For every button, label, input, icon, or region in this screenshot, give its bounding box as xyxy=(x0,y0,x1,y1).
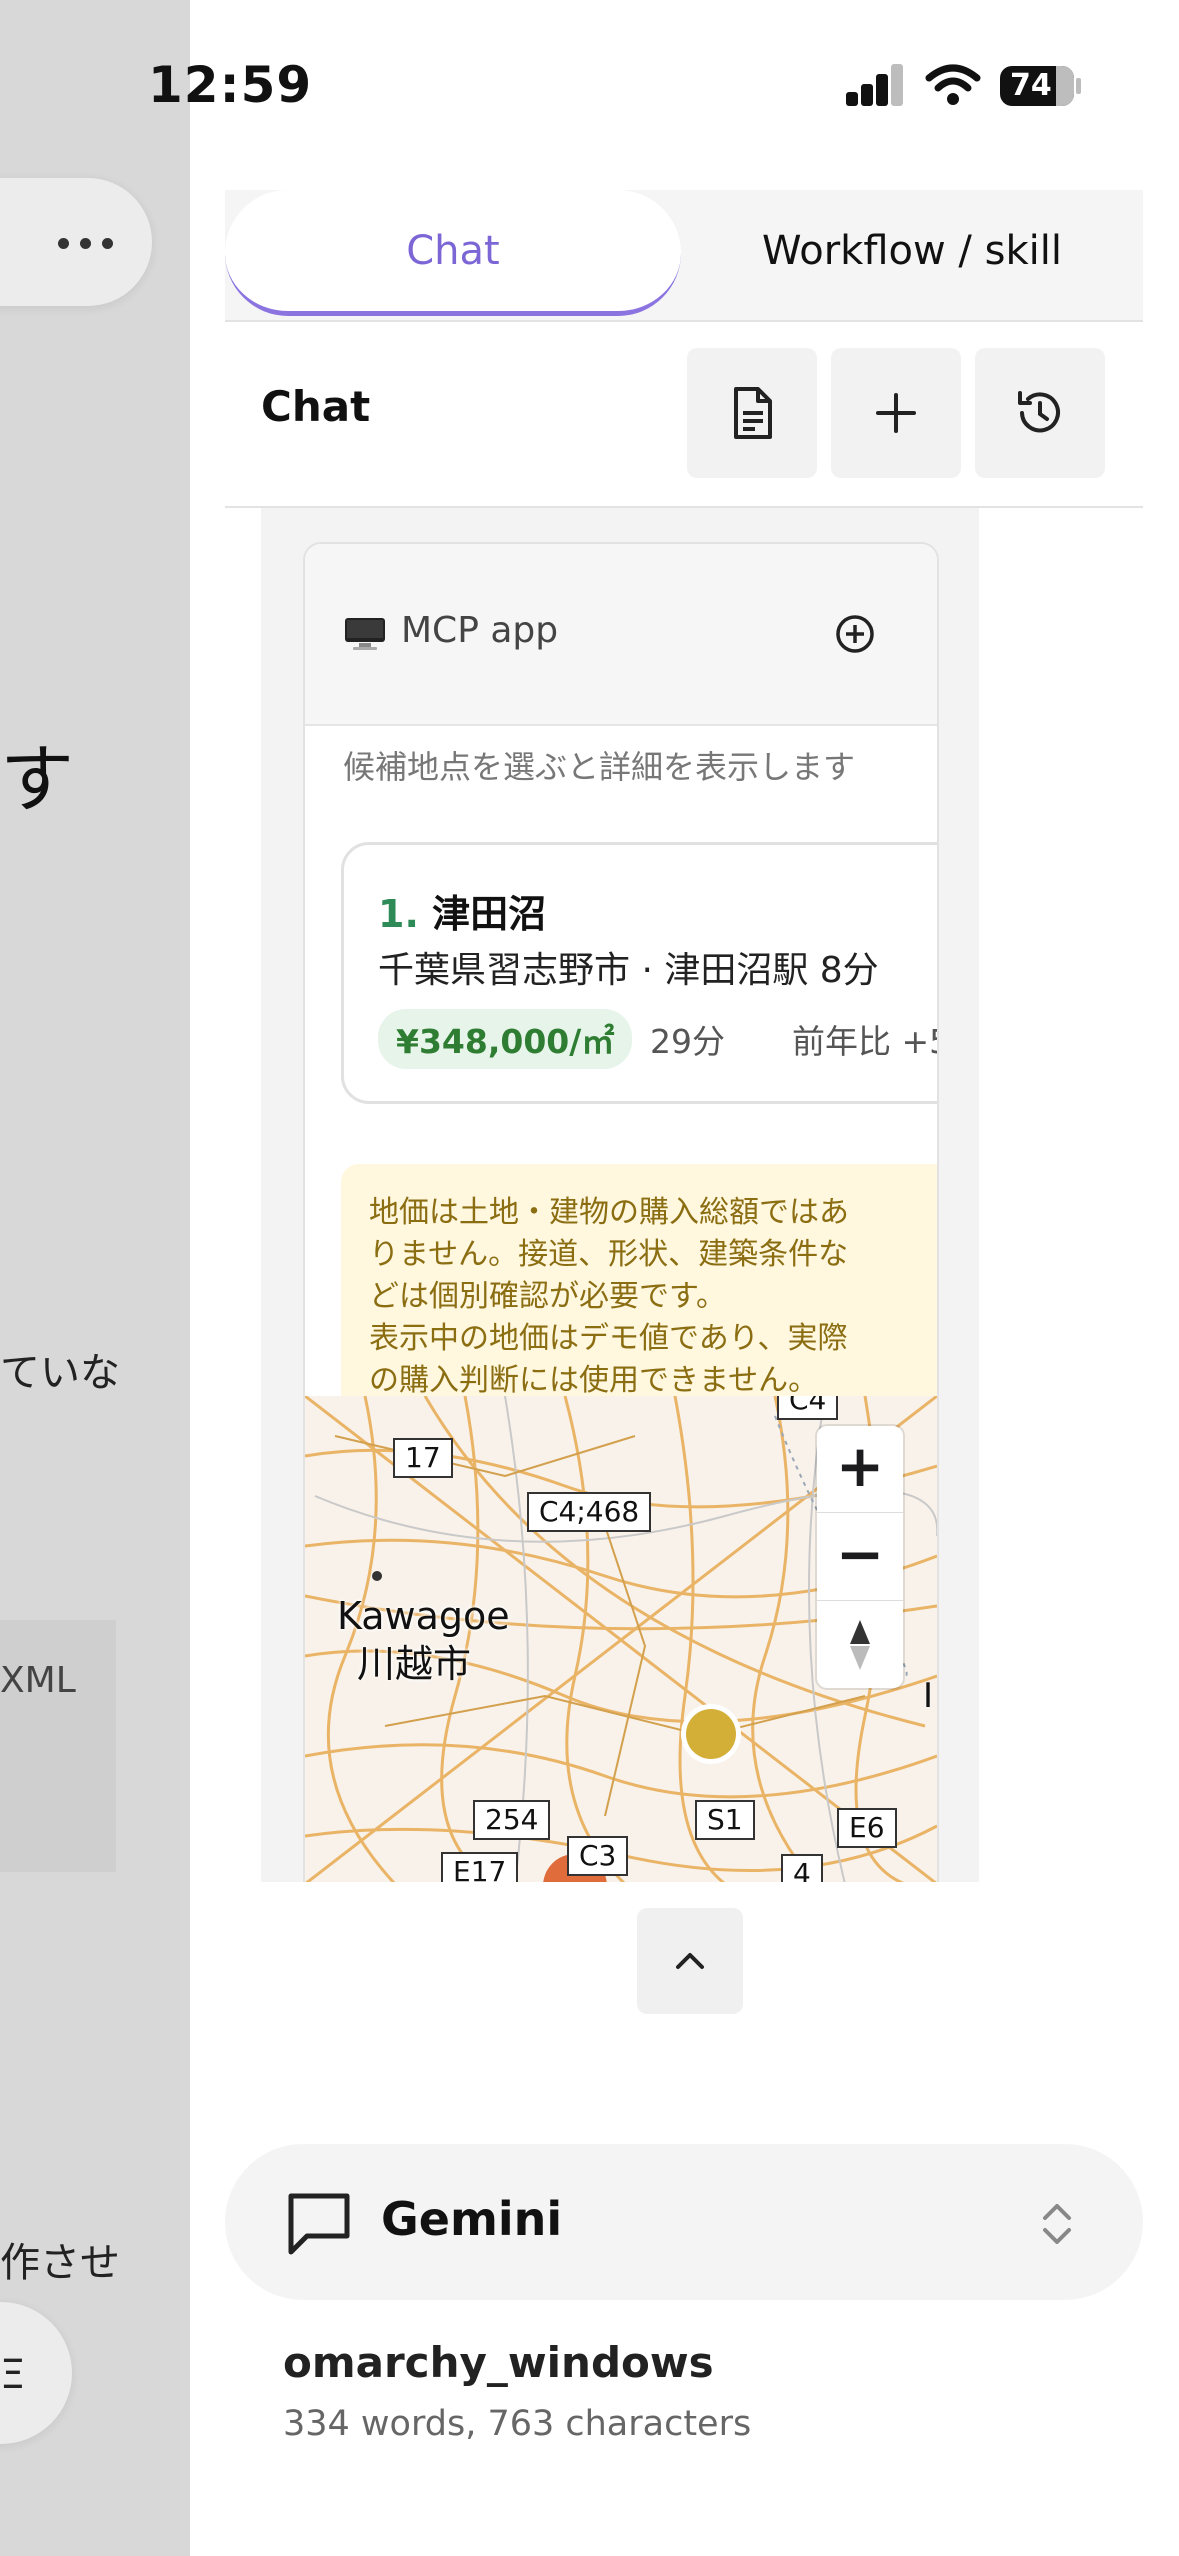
cellular-signal-icon xyxy=(846,62,904,106)
place-name: 津田沼 xyxy=(432,892,547,936)
more-dot-icon xyxy=(102,238,113,249)
history-button[interactable] xyxy=(975,348,1105,478)
map-city-en: Kawagoe xyxy=(337,1594,510,1638)
notice-line: りません。接道、形状、建築条件な xyxy=(369,1237,849,1272)
route-shield: S1 xyxy=(695,1800,755,1840)
assistant-panel: Chat Workflow / skill Chat MCP app 候補地点を… xyxy=(225,190,1143,2556)
chevron-up-icon xyxy=(676,1953,704,1969)
tab-workflow[interactable]: Workflow / skill xyxy=(681,190,1143,316)
background-code-block xyxy=(0,1620,116,1872)
place-title: 1. 津田沼 xyxy=(378,883,546,938)
route-shield: 17 xyxy=(393,1438,453,1478)
route-shield: 254 xyxy=(473,1800,551,1840)
document-button[interactable] xyxy=(687,348,817,478)
mcp-app-header: MCP app xyxy=(305,544,937,726)
model-name: Gemini xyxy=(381,2192,563,2246)
tab-chat[interactable]: Chat xyxy=(225,190,681,316)
notice-line: 地価は土地・建物の購入総額ではあ xyxy=(369,1195,849,1230)
chat-content[interactable]: MCP app 候補地点を選ぶと詳細を表示します 1. 津田沼 千葉県習志野市 … xyxy=(261,508,979,1882)
history-icon xyxy=(1018,391,1060,433)
document-title: omarchy_windows xyxy=(283,2338,714,2387)
place-card[interactable]: 1. 津田沼 千葉県習志野市 · 津田沼駅 8分 ¥348,000/㎡ 29分 … xyxy=(341,842,939,1104)
battery-level: 74 xyxy=(1010,68,1052,103)
chat-bubble-icon xyxy=(288,2193,350,2255)
notice-line: どは個別確認が必要です。 xyxy=(369,1279,726,1314)
map-edge-label: I xyxy=(923,1676,934,1716)
zoom-out-button[interactable]: − xyxy=(817,1514,903,1601)
background-sheet: す ていな XML 作させ Ξ xyxy=(0,0,190,2556)
tab-workflow-label: Workflow / skill xyxy=(762,228,1062,274)
price-badge: ¥348,000/㎡ xyxy=(378,1009,633,1069)
battery-tip xyxy=(1076,78,1081,94)
compass-icon xyxy=(850,1620,870,1670)
route-shield: C4 xyxy=(777,1396,839,1420)
wifi-icon xyxy=(925,64,981,105)
background-text-fragment: ていな xyxy=(0,1350,120,1396)
tab-chat-label: Chat xyxy=(406,228,500,274)
add-circle-icon[interactable] xyxy=(833,612,877,656)
selection-hint: 候補地点を選ぶと詳細を表示します xyxy=(343,748,856,786)
computer-icon xyxy=(345,618,385,650)
notice-line: 表示中の地価はデモ値であり、実際 xyxy=(369,1321,848,1356)
zoom-in-button[interactable]: + xyxy=(817,1426,903,1513)
map-zoom-controls: + − xyxy=(817,1426,903,1688)
scroll-up-button[interactable] xyxy=(637,1908,743,2014)
background-text-fragment: 作させ xyxy=(0,2240,120,2286)
map-view[interactable]: 17 C4;468 C4 254 S1 E6 E17 C3 4 Kawagoe … xyxy=(305,1396,937,1882)
more-dot-icon xyxy=(80,238,91,249)
background-code-fragment: XML xyxy=(0,1660,76,1701)
mode-tabs: Chat Workflow / skill xyxy=(225,190,1143,322)
chevron-up-down-icon xyxy=(1043,2204,1071,2244)
document-icon xyxy=(734,387,772,439)
route-shield: E17 xyxy=(441,1852,519,1882)
route-shield: C4;468 xyxy=(527,1492,652,1532)
place-number: 1. xyxy=(378,892,419,936)
model-picker[interactable]: Gemini xyxy=(225,2144,1143,2300)
mcp-app-label: MCP app xyxy=(401,610,559,651)
map-city-label: Kawagoe 川越市 xyxy=(337,1592,510,1688)
document-stats: 334 words, 763 characters xyxy=(283,2404,752,2444)
more-options-button[interactable] xyxy=(0,178,152,306)
background-heading-fragment: す xyxy=(0,737,74,823)
chat-header: Chat xyxy=(225,320,1143,508)
mcp-app-card: MCP app 候補地点を選ぶと詳細を表示します 1. 津田沼 千葉県習志野市 … xyxy=(303,542,939,1882)
chat-title: Chat xyxy=(261,382,371,431)
compass-button[interactable] xyxy=(817,1602,903,1688)
year-over-year: 前年比 +5 xyxy=(792,1022,939,1061)
status-time: 12:59 xyxy=(148,56,313,114)
battery-icon: 74 xyxy=(1000,66,1074,106)
route-shield: C3 xyxy=(567,1836,629,1876)
commute-time: 29分 xyxy=(650,1022,725,1061)
new-chat-button[interactable] xyxy=(831,348,961,478)
plus-icon xyxy=(876,393,916,433)
place-subtitle: 千葉県習志野市 · 津田沼駅 8分 xyxy=(378,950,879,991)
background-fab-glyph: Ξ xyxy=(0,2352,26,2398)
route-shield: E6 xyxy=(837,1808,897,1848)
more-dot-icon xyxy=(58,238,69,249)
route-shield: 4 xyxy=(781,1854,823,1882)
map-city-ja: 川越市 xyxy=(357,1642,472,1686)
